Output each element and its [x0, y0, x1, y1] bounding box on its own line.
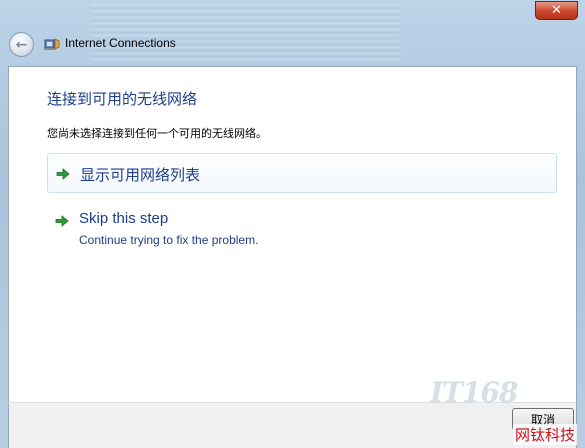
content-pane: 连接到可用的无线网络 您尚未选择连接到任何一个可用的无线网络。 显示可用网络列表…	[8, 66, 577, 402]
background-window-blur	[90, 4, 400, 62]
page-description: 您尚未选择连接到任何一个可用的无线网络。	[47, 127, 267, 140]
watermark-text: 网钛科技	[513, 424, 578, 445]
network-connections-icon	[44, 38, 60, 50]
watermark-logo: IT168	[430, 376, 518, 409]
skip-step-label: Skip this step	[79, 210, 169, 227]
green-arrow-icon	[56, 168, 70, 180]
skip-step-description: Continue trying to fix the problem.	[79, 233, 259, 247]
back-button[interactable]: ←	[9, 32, 34, 57]
show-networks-label: 显示可用网络列表	[80, 166, 201, 184]
skip-step-option[interactable]: Skip this step Continue trying to fix th…	[47, 207, 347, 255]
close-icon: ✕	[551, 3, 562, 18]
window-title: Internet Connections	[65, 36, 176, 50]
green-arrow-icon	[55, 215, 69, 227]
close-button[interactable]: ✕	[535, 1, 578, 20]
back-arrow-icon: ←	[15, 36, 28, 53]
page-heading: 连接到可用的无线网络	[47, 90, 198, 108]
show-networks-option[interactable]: 显示可用网络列表	[47, 153, 557, 193]
